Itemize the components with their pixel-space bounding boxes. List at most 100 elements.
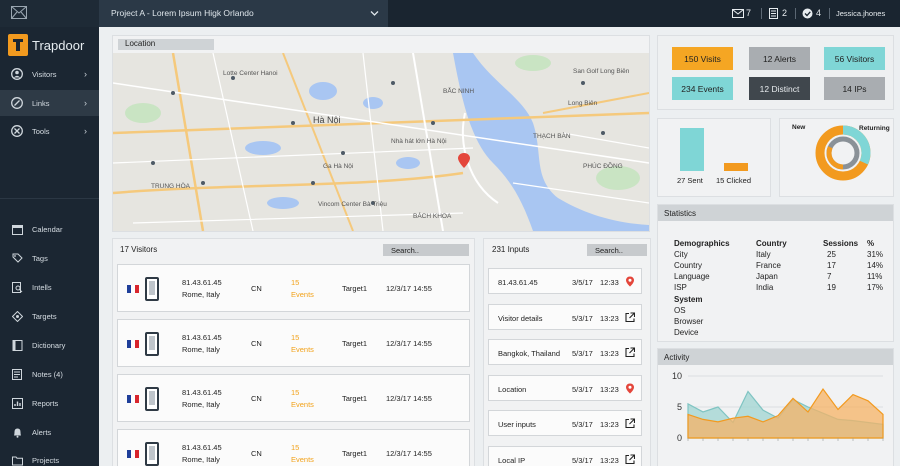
pin-icon[interactable] [625, 383, 635, 394]
summary-tile[interactable]: 12 Alerts [749, 47, 810, 70]
input-label: Location [498, 384, 527, 394]
sidebar-item-visitors[interactable]: Visitors › [0, 61, 99, 87]
inputs-search-input[interactable]: Search.. [587, 244, 647, 256]
sidebar-item-alerts[interactable]: Alerts [0, 419, 99, 445]
visitor-events-count: 15 [291, 278, 300, 287]
map-label: TRUNG HÒA [151, 181, 191, 190]
external-link-icon[interactable] [625, 311, 635, 323]
tools-icon [10, 124, 24, 138]
visitor-city: Rome, Italy [182, 455, 220, 464]
visitor-row[interactable]: 81.43.61.45 Rome, Italy CN 15 Events Target1 1… [117, 374, 470, 422]
visitor-target: Target1 [342, 449, 368, 458]
statistics-panel: Statistics Demographics City Country Lan… [657, 204, 894, 342]
envelope-icon[interactable] [11, 6, 27, 19]
map-label: Long Biên [568, 100, 598, 107]
france-flag-icon [127, 285, 139, 293]
sidebar-item-reports[interactable]: Reports [0, 390, 99, 416]
sidebar-item-calendar[interactable]: Calendar [0, 216, 99, 242]
input-date: 5/3/17 [572, 455, 593, 465]
activity-chart: 0 5 10 [672, 371, 884, 443]
target-icon [10, 309, 24, 323]
map-label: Lotte Center Hanoi [223, 70, 278, 77]
visitor-row[interactable]: 81.43.61.45 Rome, Italy CN 15 Events Target1 1… [117, 319, 470, 367]
demographics-header: Demographics [674, 239, 730, 248]
sidebar-item-label: Visitors [32, 69, 57, 79]
trapdoor-logo-icon [8, 34, 28, 56]
mobile-device-icon [145, 387, 159, 411]
france-flag-icon [127, 340, 139, 348]
visitors-icon [10, 67, 24, 81]
summary-tile-label: 56 Visitors [834, 53, 875, 64]
summary-tile[interactable]: 12 Distinct [749, 77, 810, 100]
map-label: Nhà hát lớn Hà Nội [391, 138, 447, 145]
visitor-ip: 81.43.61.45 [182, 443, 222, 452]
input-row[interactable]: Location 5/3/17 13:23 [488, 374, 642, 401]
stat-country: India [756, 283, 774, 292]
app-name: Trapdoor [32, 38, 85, 53]
sidebar-item-dictionary[interactable]: Dictionary [0, 332, 99, 358]
demographic-item: City [674, 250, 688, 259]
chevron-right-icon: › [84, 69, 87, 79]
summary-tile[interactable]: 14 IPs [824, 77, 885, 100]
visitor-events-count: 15 [291, 443, 300, 452]
sidebar-item-links[interactable]: Links › [0, 90, 99, 116]
user-name[interactable]: Jessica.jhones [836, 9, 885, 18]
link-icon [10, 96, 24, 110]
sidebar-item-projects[interactable]: Projects [0, 447, 99, 466]
location-title: Location [125, 39, 156, 48]
visitor-time: 12/3/17 14:55 [386, 284, 432, 293]
mobile-device-icon [145, 277, 159, 301]
sidebar-item-targets[interactable]: Targets [0, 303, 99, 329]
divider [795, 8, 796, 19]
visitor-target: Target1 [342, 394, 368, 403]
demographic-item: ISP [674, 283, 687, 292]
mail-icon[interactable] [732, 9, 744, 18]
input-date: 5/3/17 [572, 384, 593, 394]
visitor-ip: 81.43.61.45 [182, 278, 222, 287]
external-link-icon[interactable] [625, 347, 635, 358]
sidebar-item-label: Notes (4) [32, 369, 63, 379]
pin-icon[interactable] [625, 276, 635, 287]
check-circle-icon[interactable] [802, 8, 813, 19]
sidebar-item-intells[interactable]: Intells [0, 274, 99, 300]
summary-tile[interactable]: 150 Visits [672, 47, 733, 70]
input-row[interactable]: Bangkok, Thailand 5/3/17 13:23 [488, 339, 642, 365]
sent-label: 27 Sent [677, 176, 703, 185]
input-date: 5/3/17 [572, 420, 593, 429]
sidebar-item-notes[interactable]: Notes (4) [0, 361, 99, 387]
project-selector[interactable]: Project A - Lorem Ipsum Higk Orlando [99, 0, 388, 27]
input-date: 5/3/17 [572, 349, 593, 358]
sidebar-item-label: Targets [32, 311, 57, 321]
input-row[interactable]: Visitor details 5/3/17 13:23 [488, 303, 642, 330]
input-row[interactable]: 81.43.61.45 3/5/17 12:33 [488, 268, 642, 294]
y-tick-label: 0 [677, 433, 682, 443]
map-label: San Golf Long Biên [573, 68, 630, 75]
visitor-events-label: Events [291, 290, 314, 299]
document-icon[interactable] [769, 8, 778, 19]
note-icon [10, 367, 24, 381]
summary-tile[interactable]: 234 Events [672, 77, 733, 100]
external-link-icon[interactable] [625, 418, 635, 429]
visitors-search-input[interactable]: Search.. [383, 244, 469, 256]
map[interactable]: Lotte Center Hanoi Hà Nội Ga Hà Nội BÁCH… [113, 53, 649, 231]
sidebar: Trapdoor Visitors › Links › Tools › Cale… [0, 0, 99, 466]
sidebar-item-label: Intells [32, 282, 52, 292]
visitor-city: Rome, Italy [182, 345, 220, 354]
external-link-icon[interactable] [625, 453, 635, 465]
input-row[interactable]: User inputs 5/3/17 13:23 [488, 410, 642, 436]
inputs-title: 231 Inputs [492, 245, 530, 254]
activity-header-bar [658, 349, 893, 365]
stat-pct: 11% [867, 272, 883, 281]
sidebar-item-label: Reports [32, 398, 59, 408]
visitor-row[interactable]: 81.43.61.45 Rome, Italy CN 15 Events Target1 1… [117, 429, 470, 466]
summary-tile[interactable]: 56 Visitors [824, 47, 885, 70]
calendar-icon [10, 222, 24, 236]
visitor-row[interactable]: 81.43.61.45 Rome, Italy CN 15 Events Target1 1… [117, 264, 470, 312]
statistics-title: Statistics [664, 209, 697, 218]
clicked-bar [724, 163, 748, 171]
sidebar-item-tags[interactable]: Tags [0, 245, 99, 271]
input-row[interactable]: Local IP 5/3/17 13:23 [488, 445, 642, 466]
sidebar-item-tools[interactable]: Tools › [0, 118, 99, 144]
input-time: 13:23 [600, 384, 619, 394]
stat-sessions: 19 [827, 283, 836, 292]
